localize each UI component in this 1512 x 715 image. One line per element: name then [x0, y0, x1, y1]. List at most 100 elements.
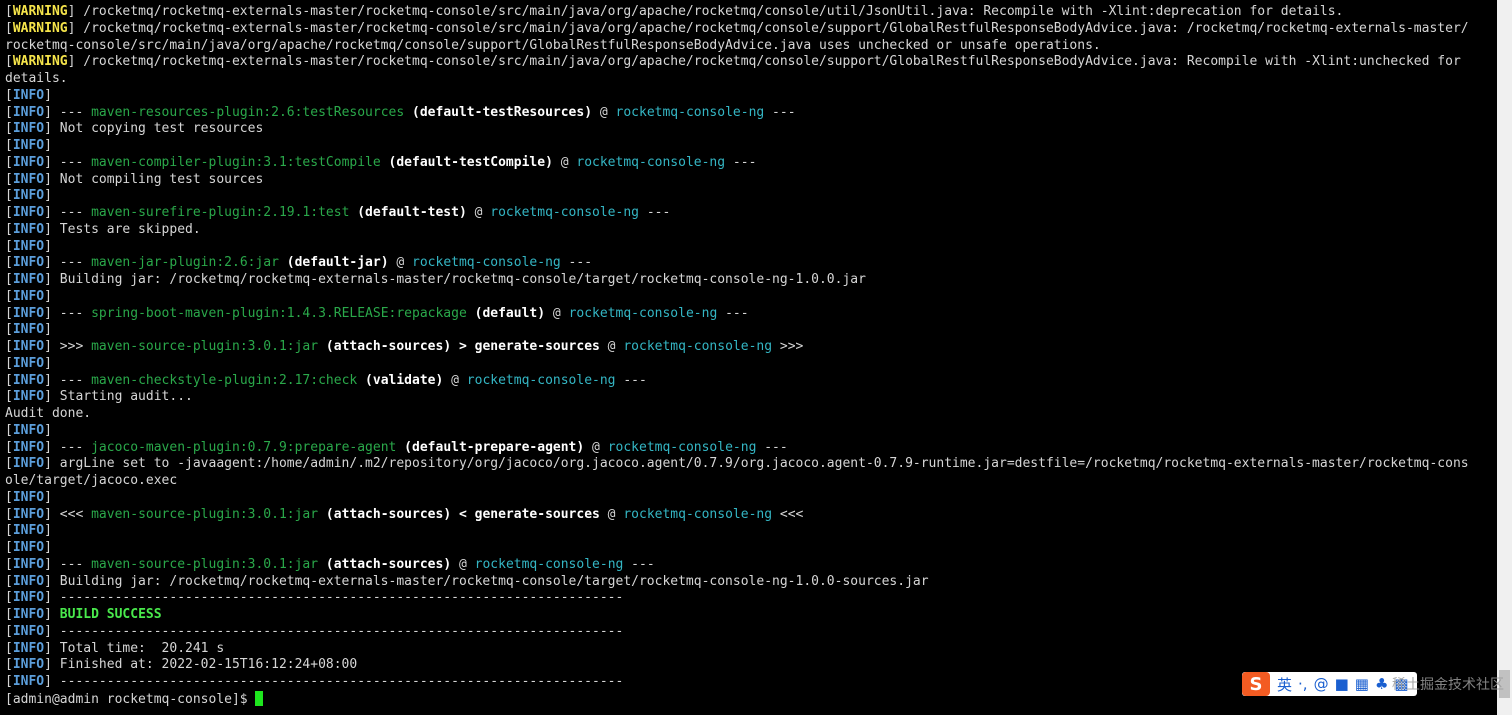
- terminal-text-segment: [: [5, 138, 13, 153]
- terminal-line: [INFO] Not compiling test sources: [5, 172, 1495, 189]
- terminal-text-segment: ole/target/jacoco.exec: [5, 473, 178, 488]
- terminal-text-segment: ] >>>: [44, 339, 92, 354]
- terminal-text-segment: INFO: [12, 372, 45, 388]
- terminal-text-segment: details.: [5, 71, 68, 86]
- ime-skin-icon[interactable]: ♣: [1375, 675, 1388, 693]
- terminal-text-segment: @: [545, 305, 569, 321]
- terminal-text-segment: [: [5, 322, 13, 338]
- terminal-line: [INFO]: [5, 138, 1495, 155]
- ime-keyboard-icon[interactable]: ▦: [1355, 675, 1369, 693]
- terminal-text-segment: rocketmq-console-ng: [490, 205, 639, 220]
- terminal-line: [INFO]: [5, 289, 1495, 306]
- ime-language-toggle[interactable]: 英: [1277, 674, 1292, 695]
- terminal-text-segment: ] <<<: [44, 506, 92, 522]
- terminal-text-segment: [: [5, 506, 13, 522]
- terminal-text-segment: rocketmq-console-ng: [474, 556, 624, 572]
- terminal-text-segment: Audit done.: [5, 406, 92, 421]
- terminal-line: [INFO] Not copying test resources: [5, 121, 1495, 138]
- terminal-text-segment: @: [599, 506, 624, 522]
- vertical-scrollbar[interactable]: [1497, 0, 1512, 715]
- terminal-line: [INFO] Building jar: /rocketmq/rocketmq-…: [5, 272, 1495, 289]
- terminal-text-segment: INFO: [12, 255, 45, 271]
- terminal-text-segment: ] ---: [44, 305, 92, 321]
- terminal-line: [WARNING] /rocketmq/rocketmq-externals-m…: [5, 54, 1495, 71]
- terminal-text-segment: @: [466, 205, 491, 220]
- terminal-text-segment: ] ---: [44, 104, 92, 120]
- terminal-text-segment: ] /rocketmq/rocketmq-externals-master/ro…: [67, 4, 1344, 19]
- terminal-line: [INFO] --- spring-boot-maven-plugin:1.4.…: [5, 306, 1495, 323]
- terminal-text-segment: ---: [756, 439, 788, 455]
- terminal-text-segment: (attach-sources) < generate-sources: [318, 506, 600, 522]
- terminal-text-segment: INFO: [12, 355, 45, 371]
- terminal-line: [INFO] ---------------------------------…: [5, 590, 1495, 607]
- terminal-text-segment: INFO: [12, 322, 45, 338]
- terminal-text-segment: maven-source-plugin:3.0.1:jar: [91, 556, 319, 572]
- terminal-text-segment: rocketmq-console-ng: [623, 506, 773, 522]
- terminal-text-segment: ] Not copying test resources: [44, 121, 264, 137]
- terminal-text-segment: ]: [44, 238, 52, 254]
- terminal-text-segment: @: [443, 372, 467, 388]
- terminal-text-segment: ] ---: [44, 205, 92, 220]
- terminal-text-segment: rocketmq-console-ng: [607, 439, 757, 455]
- terminal-text-segment: INFO: [12, 657, 45, 673]
- terminal-text-segment: [: [5, 590, 13, 606]
- terminal-text-segment: @: [388, 255, 413, 271]
- ime-punctuation-toggle[interactable]: ·,: [1298, 675, 1308, 693]
- terminal-text-segment: @: [552, 154, 577, 170]
- terminal-text-segment: INFO: [12, 674, 45, 689]
- terminal-line: details.: [5, 71, 1495, 88]
- terminal-text-segment: [: [5, 657, 13, 673]
- terminal-text-segment: (default): [466, 305, 546, 321]
- terminal-text-segment: ] ---: [44, 372, 92, 388]
- terminal-text-segment: [: [5, 456, 13, 472]
- terminal-text-segment: [: [5, 674, 13, 689]
- terminal-text-segment: ] Tests are skipped.: [44, 221, 201, 237]
- terminal-line: [INFO] >>> maven-source-plugin:3.0.1:jar…: [5, 339, 1495, 356]
- terminal-text-segment: ] Finished at: 2022-02-15T16:12:24+08:00: [44, 657, 358, 673]
- ime-emoji-icon[interactable]: @: [1314, 675, 1329, 693]
- terminal-text-segment: [: [5, 540, 13, 555]
- terminal-text-segment: ] ---: [44, 556, 92, 572]
- terminal-text-segment: ] ---: [44, 154, 92, 170]
- terminal-text-segment: [: [5, 87, 13, 103]
- terminal-text-segment: ---: [560, 255, 593, 271]
- terminal-text-segment: rocketmq-console-ng: [576, 154, 726, 170]
- terminal-text-segment: INFO: [12, 640, 45, 656]
- terminal-text-segment: [: [5, 205, 13, 220]
- terminal-text-segment: ]: [44, 523, 52, 539]
- terminal-text-segment: ]: [44, 489, 52, 505]
- terminal-line: [INFO]: [5, 239, 1495, 256]
- terminal-line: [INFO]: [5, 88, 1495, 105]
- terminal-line: [INFO]: [5, 523, 1495, 540]
- terminal-text-segment: ] ---: [44, 439, 92, 455]
- terminal-text-segment: ---: [639, 205, 671, 220]
- terminal-text-segment: @: [451, 556, 475, 572]
- terminal-text-segment: INFO: [12, 305, 45, 321]
- terminal-text-segment: [: [5, 355, 13, 371]
- terminal-text-segment: INFO: [12, 556, 45, 572]
- terminal-text-segment: ---: [725, 154, 757, 170]
- ime-logo-icon[interactable]: S: [1242, 672, 1270, 696]
- watermark: 稀土掘金技术社区: [1392, 677, 1504, 693]
- terminal-text-segment: [: [5, 489, 13, 505]
- terminal-output[interactable]: [WARNING] /rocketmq/rocketmq-externals-m…: [5, 4, 1495, 712]
- terminal-text-segment: rocketmq-console/src/main/java/org/apach…: [5, 37, 1101, 53]
- ime-voice-icon[interactable]: ■: [1335, 675, 1349, 693]
- terminal-line: [INFO] --- jacoco-maven-plugin:0.7.9:pre…: [5, 440, 1495, 457]
- terminal-text-segment: [: [5, 238, 13, 254]
- terminal-text-segment: [: [5, 439, 13, 455]
- terminal-text-segment: spring-boot-maven-plugin:1.4.3.RELEASE:r…: [91, 305, 467, 321]
- terminal-text-segment: rocketmq-console-ng: [466, 372, 616, 388]
- terminal-text-segment: ]: [44, 288, 52, 304]
- terminal-text-segment: ] Total time: 20.241 s: [44, 640, 225, 656]
- terminal-text-segment: (validate): [357, 372, 444, 388]
- terminal-text-segment: ] /rocketmq/rocketmq-externals-master/ro…: [67, 54, 1461, 70]
- terminal-text-segment: [: [5, 389, 13, 405]
- terminal-text-segment: ] Starting audit...: [44, 389, 193, 405]
- terminal-line: [INFO]: [5, 490, 1495, 507]
- terminal-line: [INFO]: [5, 188, 1495, 205]
- ime-toolbar[interactable]: S 英 ·, @ ■ ▦ ♣ ▩: [1242, 672, 1417, 696]
- terminal-line: [INFO] Building jar: /rocketmq/rocketmq-…: [5, 574, 1495, 591]
- terminal-text-segment: ] --------------------------------------…: [44, 590, 624, 606]
- terminal-line: [INFO]: [5, 356, 1495, 373]
